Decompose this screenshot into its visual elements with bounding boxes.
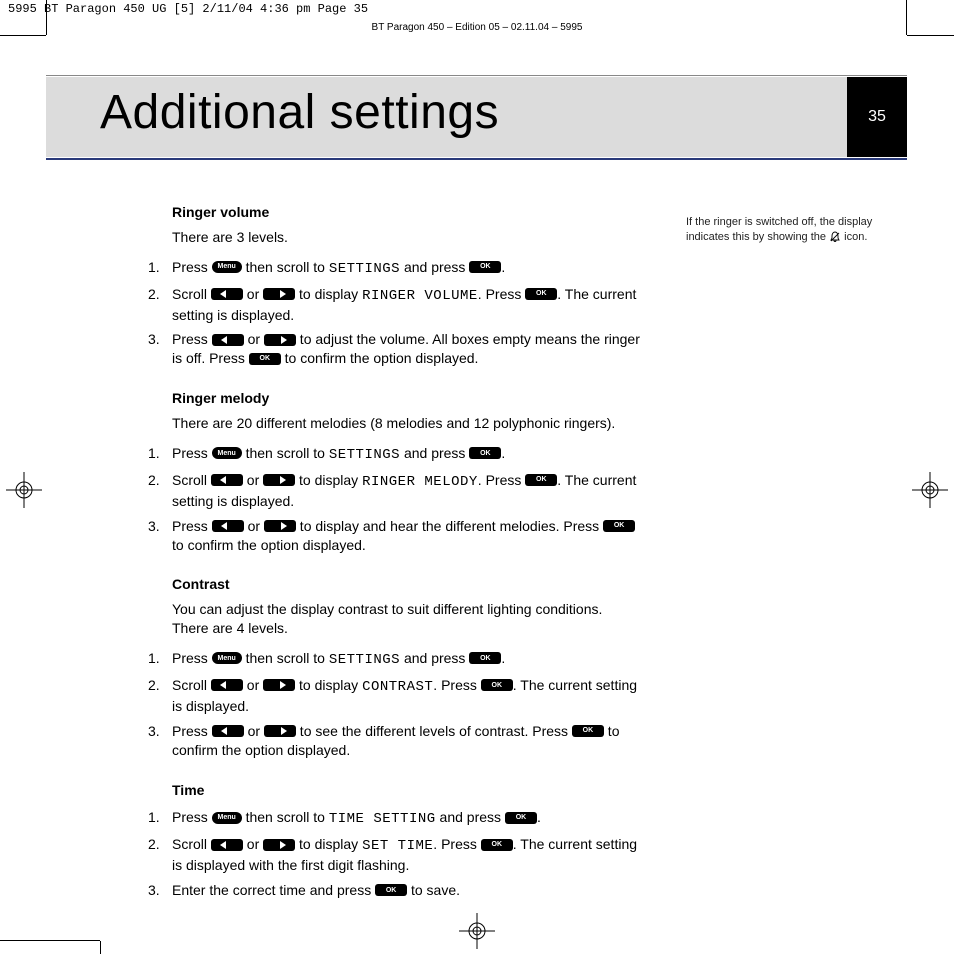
menu-button-icon: Menu [212,812,242,824]
ok-button-icon: OK [481,679,513,691]
ok-button-icon: OK [375,884,407,896]
side-note-text: indicates this by showing the [686,231,829,243]
left-arrow-button-icon [211,679,243,691]
ok-button-icon: OK [525,474,557,486]
ok-button-icon: OK [603,520,635,532]
rule [46,75,907,76]
right-arrow-button-icon [264,334,296,346]
ok-button-icon: OK [525,288,557,300]
lcd-text: SET TIME [362,838,433,854]
lcd-text: RINGER VOLUME [362,288,478,304]
edition-line: BT Paragon 450 – Edition 05 – 02.11.04 –… [0,22,954,33]
crop-mark [0,35,46,36]
right-arrow-button-icon [263,839,295,851]
menu-button-icon: Menu [212,261,242,273]
step: Press Menu then scroll to SETTINGS and p… [140,441,642,468]
step: Press or to see the different levels of … [140,719,642,763]
heading-ringer-volume: Ringer volume [172,203,642,222]
crop-mark [906,0,907,35]
right-arrow-button-icon [263,679,295,691]
heading-contrast: Contrast [172,575,642,594]
side-note: If the ringer is switched off, the displ… [686,215,896,245]
step: Scroll or to display SET TIME. Press OK.… [140,832,642,878]
intro-text: You can adjust the display contrast to s… [172,600,642,638]
step: Scroll or to display RINGER VOLUME. Pres… [140,282,642,328]
step: Press Menu then scroll to SETTINGS and p… [140,646,642,673]
crop-mark [907,35,954,36]
menu-button-icon: Menu [212,652,242,664]
ok-button-icon: OK [469,261,501,273]
heading-time: Time [172,781,642,800]
step: Scroll or to display RINGER MELODY. Pres… [140,468,642,514]
body-content: Ringer volume There are 3 levels. Press … [102,185,642,907]
lcd-text: RINGER MELODY [362,474,478,490]
step: Scroll or to display CONTRAST. Press OK.… [140,673,642,719]
lcd-text: SETTINGS [329,261,400,277]
ok-button-icon: OK [481,839,513,851]
lcd-text: CONTRAST [362,679,433,695]
menu-button-icon: Menu [212,447,242,459]
left-arrow-button-icon [211,839,243,851]
right-arrow-button-icon [264,520,296,532]
step: Press Menu then scroll to SETTINGS and p… [140,255,642,282]
bell-off-icon [829,231,841,243]
intro-text: There are 3 levels. [172,228,642,247]
lcd-text: TIME SETTING [329,811,436,827]
left-arrow-button-icon [212,725,244,737]
title-band: Additional settings [46,77,907,157]
title-underline [46,158,907,160]
lcd-text: SETTINGS [329,447,400,463]
intro-text: There are 20 different melodies (8 melod… [172,414,642,433]
right-arrow-button-icon [264,725,296,737]
lcd-text: SETTINGS [329,652,400,668]
registration-mark-icon [6,472,42,508]
print-jobline: 5995 BT Paragon 450 UG [5] 2/11/04 4:36 … [8,2,368,16]
left-arrow-button-icon [211,474,243,486]
ok-button-icon: OK [249,353,281,365]
left-arrow-button-icon [211,288,243,300]
step: Press Menu then scroll to TIME SETTING a… [140,805,642,832]
step: Press or to adjust the volume. All boxes… [140,327,642,371]
page-frame: Additional settings 35 Ringer volume The… [46,35,907,954]
ok-button-icon: OK [469,652,501,664]
left-arrow-button-icon [212,520,244,532]
page-title: Additional settings [46,77,907,140]
ok-button-icon: OK [469,447,501,459]
step: Press or to display and hear the differe… [140,514,642,558]
right-arrow-button-icon [263,288,295,300]
ok-button-icon: OK [505,812,537,824]
left-arrow-button-icon [212,334,244,346]
side-note-text: icon. [841,231,867,243]
heading-ringer-melody: Ringer melody [172,389,642,408]
ok-button-icon: OK [572,725,604,737]
step: Enter the correct time and press OK to s… [140,878,642,903]
page-number: 35 [847,77,907,157]
crop-mark [46,0,47,35]
side-note-text: If the ringer is switched off, the displ… [686,216,872,228]
registration-mark-icon [912,472,948,508]
right-arrow-button-icon [263,474,295,486]
